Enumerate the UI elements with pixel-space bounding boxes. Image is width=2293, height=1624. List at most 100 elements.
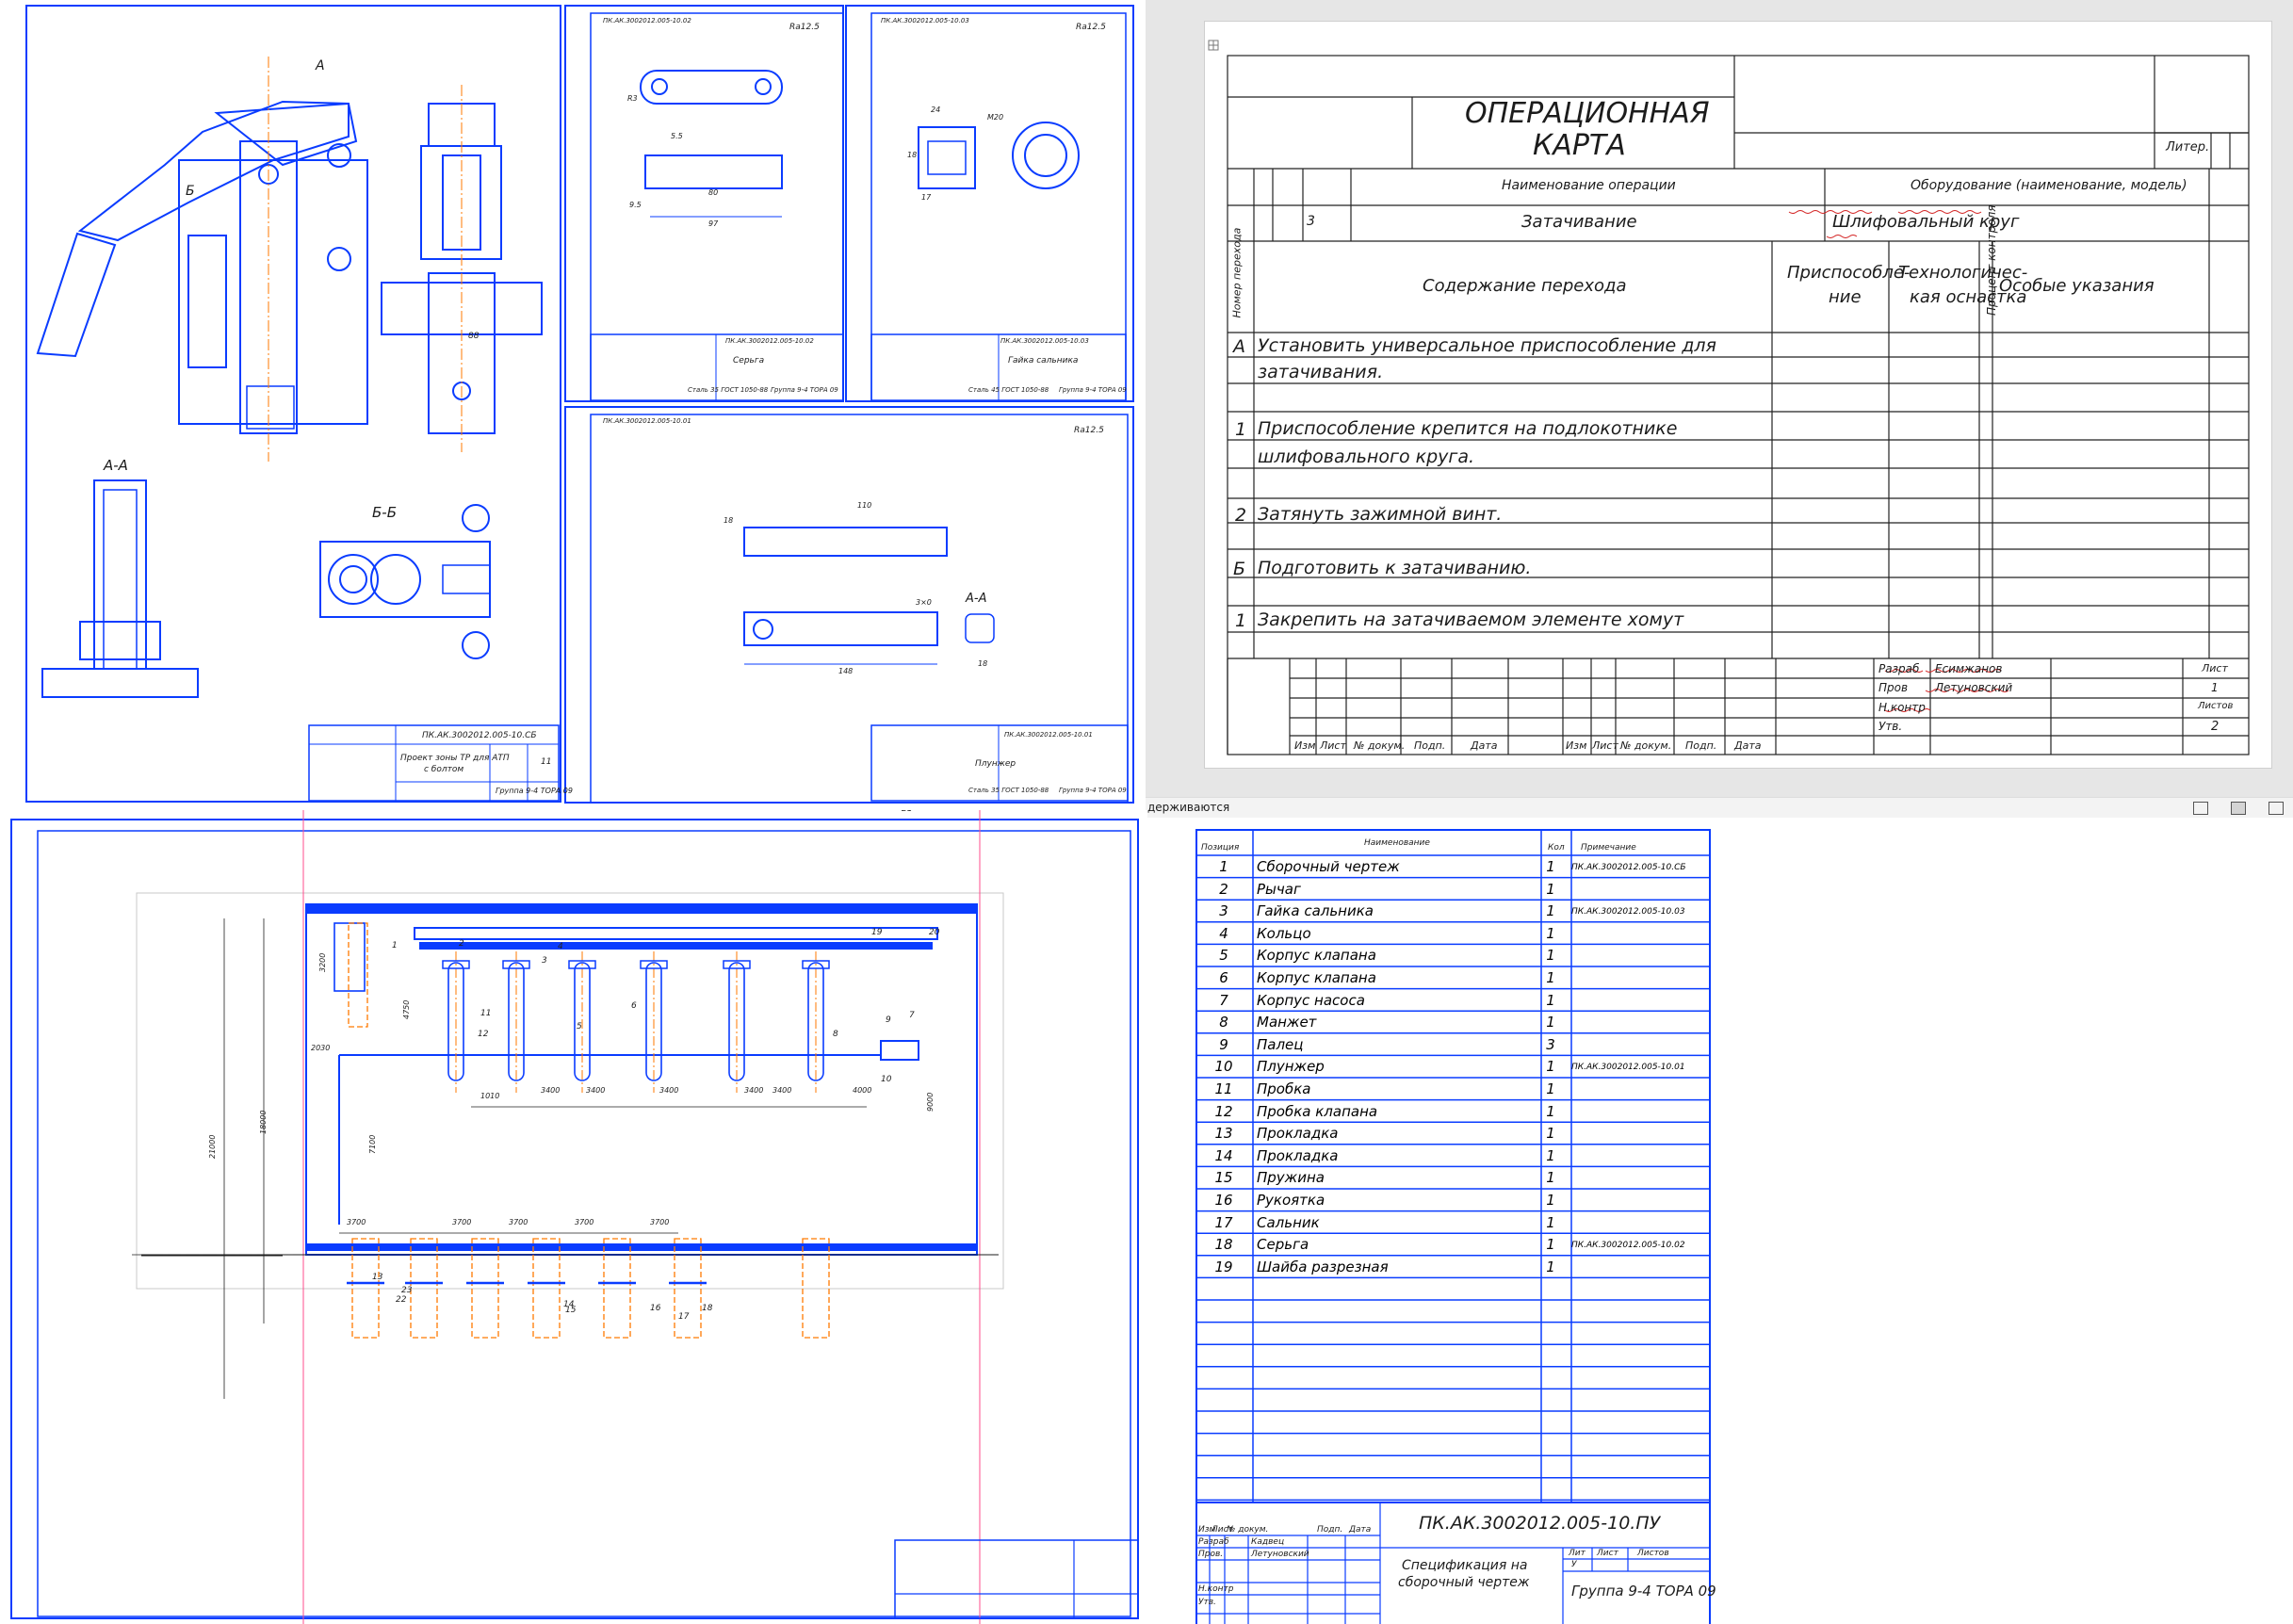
dim-3700b: 3700	[452, 1218, 471, 1226]
spec-doc-number: ПК.АК.3002012.005-10.ПУ	[1419, 1513, 1661, 1534]
spec-row: 5 Корпус клапана 1	[1196, 944, 1696, 966]
spec-liter-label: Лит	[1569, 1549, 1586, 1558]
bay-outline	[532, 1238, 561, 1339]
detail3-material: Сталь 35 ГОСТ 1050-88	[968, 787, 1049, 794]
bay-outline	[471, 1238, 499, 1339]
op-row-a-text: Установить универсальное приспособление …	[1258, 335, 1716, 356]
spec-row-qty: 1	[1546, 947, 1555, 965]
position-label: 19	[871, 928, 883, 937]
bay-outline	[674, 1238, 702, 1339]
stamp-developed-name: Есимжанов	[1935, 662, 2003, 675]
assembly-drawing-svg	[25, 5, 1134, 804]
spec-row-name: Прокладка	[1257, 1125, 1339, 1143]
op-name-header: Наименование операции	[1502, 178, 1676, 193]
spec-row-position: 1	[1219, 858, 1228, 875]
view-marker-a: А	[316, 58, 325, 73]
detail1-dim-55: 5.5	[671, 132, 683, 140]
detail1-dim-80: 80	[708, 188, 719, 197]
position-label: 9	[886, 1015, 891, 1025]
stamp-col-doc2: № докум.	[1620, 739, 1672, 752]
spec-sheet-label: Лист	[1597, 1549, 1618, 1558]
detail2-code: ПК.АК.3002012.005-10.03	[881, 17, 969, 24]
spec-approved-label: Утв.	[1198, 1598, 1216, 1607]
liter-label: Литер.	[2166, 140, 2210, 154]
bay-outline	[802, 1238, 830, 1339]
spec-row-note: ПК.АК.3002012.005-10.02	[1571, 1241, 1685, 1251]
dim-18000: 18000	[259, 1111, 268, 1134]
web-layout-icon[interactable]	[2269, 802, 2284, 815]
detail2-dim-18: 18	[907, 151, 918, 159]
specification-sheet: Позиция Наименование Кол Примечание 1 Сбо…	[1147, 818, 2293, 1624]
right-equipment	[880, 1040, 919, 1061]
spec-row-position: 4	[1219, 924, 1228, 942]
stamp-col-izm1: Изм	[1294, 739, 1316, 752]
position-label: 4	[558, 942, 563, 951]
spec-row-name: Манжет	[1257, 1014, 1317, 1031]
spec-row-qty: 1	[1546, 902, 1555, 920]
spec-row-position: 6	[1219, 969, 1228, 986]
spec-row-name: Сборочный чертеж	[1257, 858, 1400, 875]
op-row-1-text: Приспособление крепится на подлокотнике	[1258, 418, 1678, 439]
spec-row-position: 16	[1214, 1192, 1233, 1209]
operation-card-page: ОПЕРАЦИОННАЯ КАРТА Литер. Наименование о…	[1204, 21, 2272, 769]
position-label: 22	[396, 1295, 407, 1305]
spec-row-qty: 1	[1546, 880, 1555, 898]
position-label: 20	[929, 928, 940, 937]
viewer-status-bar: держиваются	[1146, 797, 2293, 819]
dim-3700d: 3700	[575, 1218, 594, 1226]
position-label: 11	[480, 1009, 491, 1018]
dim-3400d: 3400	[744, 1086, 763, 1095]
stamp-developed-label: Разраб	[1878, 662, 1920, 675]
dim-4000: 4000	[853, 1086, 871, 1095]
spec-row-name: Корпус клапана	[1257, 969, 1376, 986]
spec-row-qty: 1	[1546, 969, 1555, 986]
section-label-a-a: А-А	[104, 457, 128, 474]
stamp-checked-name: Летуновский	[1935, 681, 2013, 694]
read-mode-icon[interactable]	[2193, 802, 2208, 815]
spec-row-name: Корпус клапана	[1257, 947, 1376, 965]
spec-row-position: 12	[1214, 1102, 1233, 1120]
position-label: 23	[401, 1286, 413, 1295]
spec-title-line1: Спецификация на	[1402, 1558, 1528, 1573]
op-row-b-text: Подготовить к затачиванию.	[1258, 558, 1532, 578]
position-label: 15	[565, 1306, 577, 1315]
spec-row-position: 9	[1219, 1035, 1228, 1053]
op-row-2-text: Затянуть зажимной винт.	[1258, 504, 1503, 525]
spec-row: 11 Пробка 1	[1196, 1078, 1696, 1099]
spec-row-qty: 1	[1546, 1192, 1555, 1209]
dim-9000: 9000	[926, 1093, 935, 1112]
dim-3700e: 3700	[650, 1218, 669, 1226]
op-row-b-number: Б	[1233, 559, 1246, 579]
spec-row: 9 Палец 3	[1196, 1033, 1696, 1055]
detail1-dim-r3: R3	[627, 94, 638, 103]
position-label: 2	[459, 939, 464, 949]
detail-plunger-drawing	[743, 527, 1129, 802]
print-layout-icon[interactable]	[2231, 802, 2246, 815]
spec-row-position: 3	[1219, 902, 1228, 920]
spec-row-name: Корпус насоса	[1257, 991, 1365, 1009]
spec-row-position: 2	[1219, 880, 1228, 898]
spec-row-qty: 1	[1546, 858, 1555, 875]
stamp-col-list1: Лист	[1320, 739, 1346, 752]
detail1-code-stamp: ПК.АК.3002012.005-10.02	[725, 337, 814, 345]
spec-row-position: 13	[1214, 1125, 1233, 1143]
floor-plan-equipment: 3200 2030 4750 1010 3400 3400 3400 3400 3400 4000…	[208, 810, 1139, 1619]
detail3-dim-3x0: 3×0	[916, 598, 932, 607]
assembly-group: Группа 9-4 ТОРА 09	[496, 787, 573, 795]
section-b-b-view	[319, 504, 491, 659]
top-rail	[414, 927, 938, 940]
spec-row: 10 Плунжер 1 ПК.АК.3002012.005-10.01	[1196, 1055, 1696, 1077]
stamp-approved-label: Утв.	[1878, 720, 1903, 733]
detail2-dim-17: 17	[921, 193, 932, 202]
spec-row-position: 18	[1214, 1236, 1233, 1254]
detail3-name: Плунжер	[975, 759, 1016, 769]
spec-title-line2: сборочный чертеж	[1398, 1575, 1530, 1590]
detail1-dim-97: 97	[708, 219, 719, 228]
spec-row-qty: 1	[1546, 1080, 1555, 1097]
spec-row-qty: 1	[1546, 924, 1555, 942]
spec-row-position: 19	[1214, 1258, 1233, 1275]
stamp-col-izm2: Изм	[1566, 739, 1587, 752]
stamp-sheet-value: 1	[2211, 681, 2219, 694]
detail1-dim-95: 9.5	[629, 201, 642, 209]
section-label-b-b: Б-Б	[372, 504, 397, 521]
